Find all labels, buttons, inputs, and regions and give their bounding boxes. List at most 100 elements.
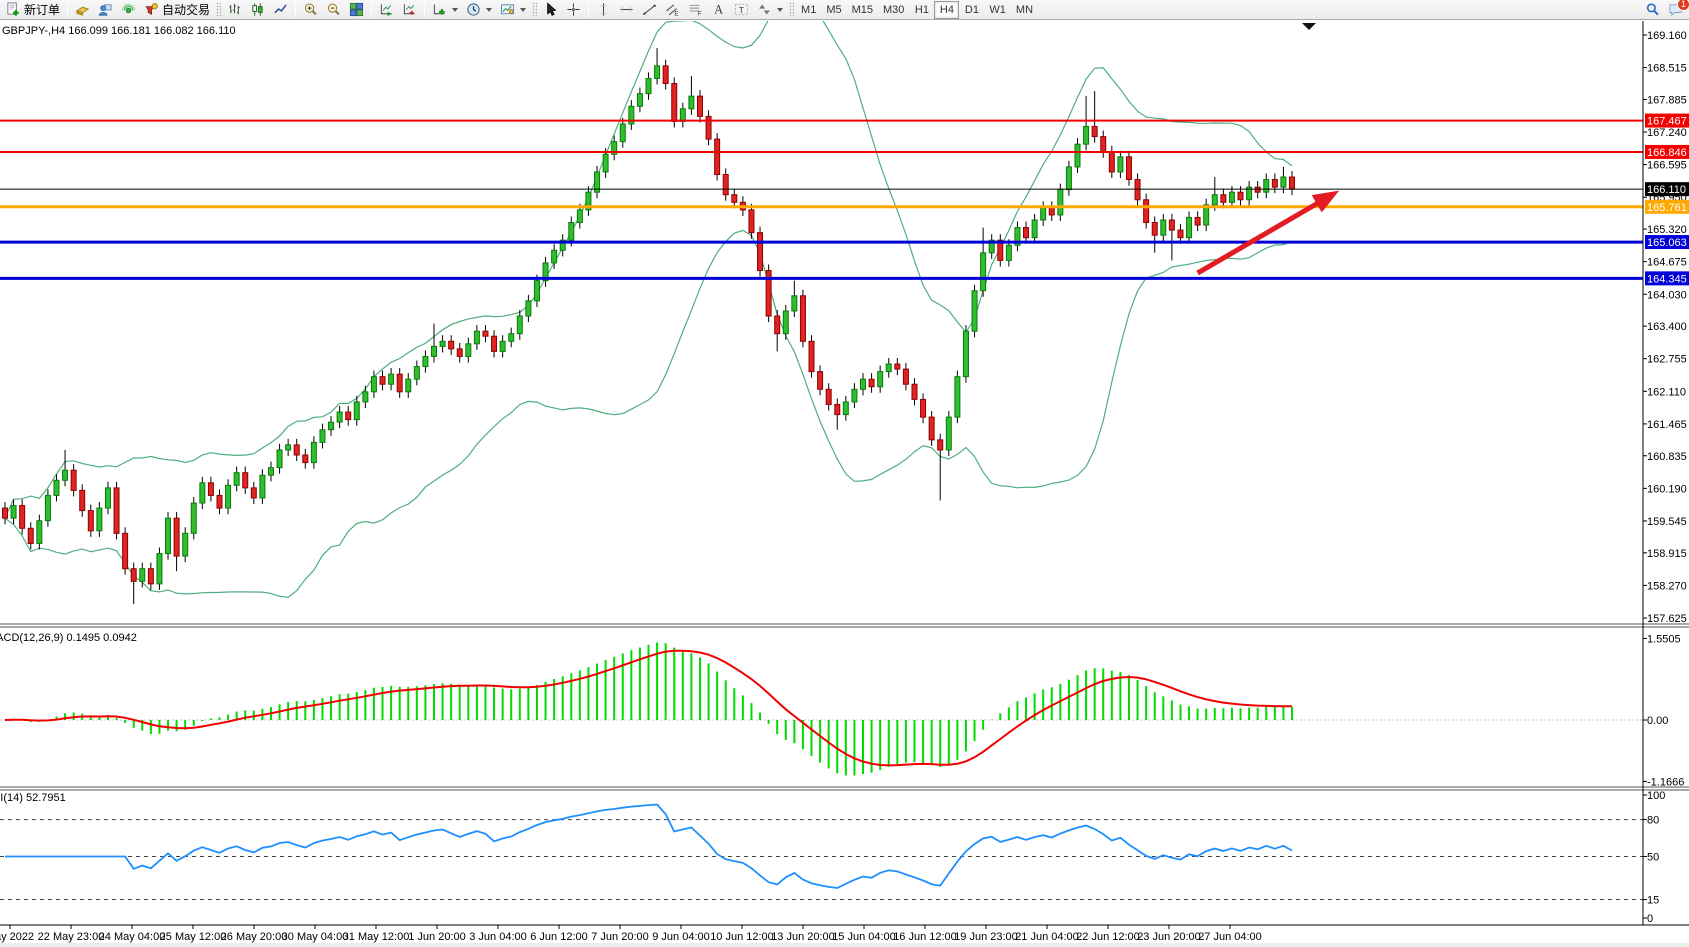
time-axis-label[interactable]: 10 Jun 12:00 (710, 931, 774, 943)
bull-candle (97, 508, 102, 531)
time-axis-label[interactable]: 30 May 04:00 (282, 931, 349, 943)
bull-candle (1281, 177, 1286, 187)
timeframe-m1-button[interactable]: M1 (796, 1, 821, 19)
bar-chart-button[interactable] (223, 1, 246, 19)
bull-candle (337, 412, 342, 422)
chart-canvas[interactable]: 169.160168.515167.885167.240166.595165.9… (0, 21, 1689, 947)
time-axis-label[interactable]: 26 May 20:00 (221, 931, 288, 943)
chart-shift-icon (402, 2, 417, 17)
horizontal-line-button[interactable] (615, 1, 638, 19)
timeframe-d1-button[interactable]: D1 (959, 1, 984, 19)
bull-candle (637, 94, 642, 107)
timeframe-w1-button[interactable]: W1 (984, 1, 1011, 19)
rsi-pane (0, 805, 1643, 900)
bear-candle (123, 533, 128, 568)
line-chart-button[interactable] (269, 1, 292, 19)
time-axis-label[interactable]: 16 Jun 12:00 (893, 931, 957, 943)
bear-candle (723, 174, 728, 194)
auto-scroll-button[interactable] (375, 1, 398, 19)
periods-button[interactable] (462, 1, 496, 19)
autotrading-button[interactable]: 自动交易 (140, 1, 214, 19)
vertical-line-button[interactable] (592, 1, 615, 19)
market-watch-icon (75, 2, 90, 17)
time-axis-label[interactable]: 7 Jun 20:00 (591, 931, 649, 943)
mt4-terminal-window: 新订单 自动交易 EFAT M1M5M15M30H1H4D1W1MN 1 GBPJPY-… (0, 0, 1689, 947)
templates-icon (500, 2, 515, 17)
bollinger-lower-band (5, 230, 1292, 597)
bear-candle (148, 569, 153, 584)
indicators-button[interactable] (428, 1, 462, 19)
market-watch-button[interactable] (71, 1, 94, 19)
bear-candle (20, 506, 25, 529)
chart-shift-marker[interactable] (1302, 23, 1316, 30)
svg-text:E: E (674, 11, 678, 17)
time-axis-label[interactable]: 1 Jun 20:00 (408, 931, 466, 943)
trend-arrow-head[interactable] (1312, 191, 1340, 213)
time-axis-label[interactable]: 19 Jun 23:00 (954, 931, 1018, 943)
dropdown-arrow-icon[interactable] (777, 8, 783, 12)
templates-button[interactable] (496, 1, 530, 19)
bear-candle (903, 369, 908, 384)
equidistant-channel-button[interactable]: E (661, 1, 684, 19)
time-axis-label[interactable]: 3 Jun 04:00 (469, 931, 527, 943)
bull-candle (843, 402, 848, 415)
fibonacci-button[interactable]: F (684, 1, 707, 19)
toolbar-separator (588, 2, 589, 17)
candlestick-button[interactable] (246, 1, 269, 19)
text-label-button[interactable]: T (730, 1, 753, 19)
timeframe-m5-button[interactable]: M5 (821, 1, 846, 19)
timeframe-mn-button[interactable]: MN (1011, 1, 1038, 19)
time-axis-label[interactable]: 9 Jun 04:00 (652, 931, 710, 943)
zoom-in-button[interactable] (299, 1, 322, 19)
time-axis-label[interactable]: 6 Jun 12:00 (530, 931, 588, 943)
price-axis-tick: 160.835 (1647, 451, 1687, 463)
trend-arrow-line[interactable] (1198, 201, 1322, 273)
time-axis-label[interactable]: 22 May 23:00 (38, 931, 105, 943)
dropdown-arrow-icon[interactable] (520, 8, 526, 12)
time-axis-label[interactable]: 22 Jun 12:00 (1076, 931, 1140, 943)
bull-candle (646, 78, 651, 93)
price-line-label: 166.110 (1647, 184, 1686, 196)
timeframe-h1-button[interactable]: H1 (909, 1, 934, 19)
text-button[interactable]: A (707, 1, 730, 19)
timeframe-m30-button[interactable]: M30 (878, 1, 909, 19)
time-axis-label[interactable]: 13 Jun 20:00 (771, 931, 835, 943)
bull-candle (277, 450, 282, 468)
signals-button[interactable] (117, 1, 140, 19)
bear-candle (1024, 228, 1029, 238)
search-button[interactable] (1641, 1, 1664, 19)
zoom-out-button[interactable] (322, 1, 345, 19)
dropdown-arrow-icon[interactable] (452, 8, 458, 12)
bull-candle (363, 392, 368, 402)
dropdown-arrow-icon[interactable] (486, 8, 492, 12)
time-axis-label[interactable]: 31 May 12:00 (343, 931, 410, 943)
cursor-icon (543, 2, 558, 17)
time-axis-label[interactable]: 21 Jun 04:00 (1015, 931, 1079, 943)
time-axis-label[interactable]: 15 Jun 04:00 (832, 931, 896, 943)
bull-candle (200, 483, 205, 503)
navigator-button[interactable] (94, 1, 117, 19)
time-axis-label[interactable]: May 2022 (0, 931, 34, 943)
time-axis-label[interactable]: 24 May 04:00 (99, 931, 166, 943)
tile-windows-button[interactable] (345, 1, 368, 19)
time-axis-label[interactable]: 25 May 12:00 (160, 931, 227, 943)
line-chart-icon (273, 2, 288, 17)
time-axis-label[interactable]: 27 Jun 04:00 (1198, 931, 1262, 943)
arrows-button[interactable] (753, 1, 787, 19)
candlestick-series[interactable] (3, 48, 1295, 604)
new-order-button[interactable]: 新订单 (2, 1, 64, 19)
cursor-button[interactable] (539, 1, 562, 19)
timeframe-m15-button[interactable]: M15 (847, 1, 878, 19)
chart-shift-button[interactable] (398, 1, 421, 19)
bull-candle (105, 488, 110, 508)
bear-candle (1049, 207, 1054, 215)
chart-ohlc-header: GBPJPY-,H4 166.099 166.181 166.082 166.1… (2, 25, 236, 37)
crosshair-button[interactable] (562, 1, 585, 19)
chart-window[interactable]: GBPJPY-,H4 166.099 166.181 166.082 166.1… (0, 21, 1689, 947)
channel-icon: E (665, 2, 680, 17)
zoom-out-icon (326, 2, 341, 17)
timeframe-h4-button[interactable]: H4 (934, 1, 959, 19)
notifications-button[interactable]: 1 (1664, 1, 1687, 19)
time-axis-label[interactable]: 23 Jun 20:00 (1137, 931, 1201, 943)
trendline-button[interactable] (638, 1, 661, 19)
